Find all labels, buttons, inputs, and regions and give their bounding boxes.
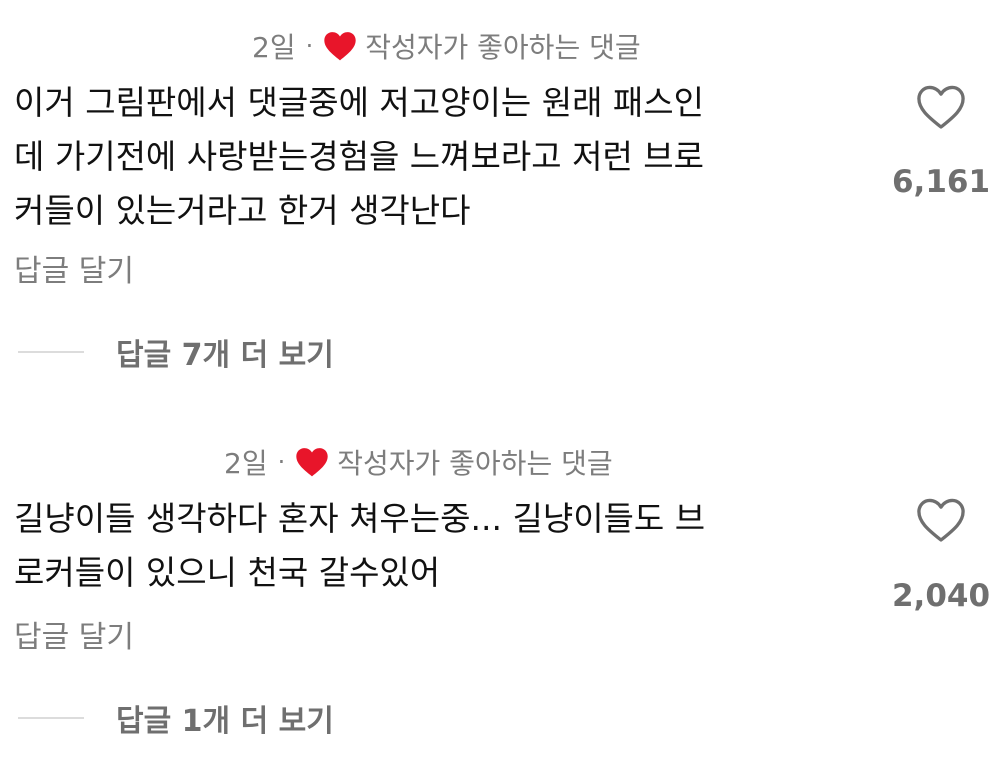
author-liked-label: 작성자가 좋아하는 댓글 (365, 31, 641, 64)
meta-separator: · (305, 32, 314, 60)
comment-body: 길냥이들 생각하다 혼자 쳐우는중... 길냥이들도 브 로커들이 있으니 천국… (14, 492, 844, 600)
comment-body-line: 데 가기전에 사랑받는경험을 느껴보라고 저런 브로 (14, 137, 705, 176)
like-count: 6,161 (891, 164, 991, 200)
comment-body-line: 커들이 있는거라고 한거 생각난다 (14, 191, 471, 230)
reply-button[interactable]: 답글 달기 (14, 252, 134, 292)
view-more-replies-button[interactable]: 답글 1개 더 보기 (18, 698, 334, 739)
comment-body-line: 길냥이들 생각하다 혼자 쳐우는중... 길냥이들도 브 (14, 499, 706, 538)
heart-outline-icon[interactable] (916, 84, 966, 130)
reply-thread-line (18, 351, 84, 353)
view-more-replies-button[interactable]: 답글 7개 더 보기 (18, 332, 334, 373)
comment-meta: 2일 · 작성자가 좋아하는 댓글 (220, 442, 613, 482)
comment-meta: 2일 · 작성자가 좋아하는 댓글 (248, 26, 641, 66)
heart-outline-icon[interactable] (916, 497, 966, 543)
like-count: 2,040 (891, 578, 991, 614)
comment-time: 2일 (224, 447, 268, 480)
author-liked-heart-icon (295, 447, 329, 477)
reply-thread-line (18, 717, 84, 719)
author-liked-label: 작성자가 좋아하는 댓글 (337, 447, 613, 480)
view-more-replies-label: 답글 1개 더 보기 (116, 704, 334, 739)
comment-body-line: 이거 그림판에서 댓글중에 저고양이는 원래 패스인 (14, 83, 705, 122)
view-more-replies-label: 답글 7개 더 보기 (116, 338, 334, 373)
meta-separator: · (277, 448, 286, 476)
comment-body-line: 로커들이 있으니 천국 갈수있어 (14, 553, 441, 592)
comment-time: 2일 (252, 31, 296, 64)
comment-body: 이거 그림판에서 댓글중에 저고양이는 원래 패스인 데 가기전에 사랑받는경험… (14, 76, 844, 238)
author-liked-heart-icon (323, 31, 357, 61)
reply-button[interactable]: 답글 달기 (14, 618, 134, 658)
